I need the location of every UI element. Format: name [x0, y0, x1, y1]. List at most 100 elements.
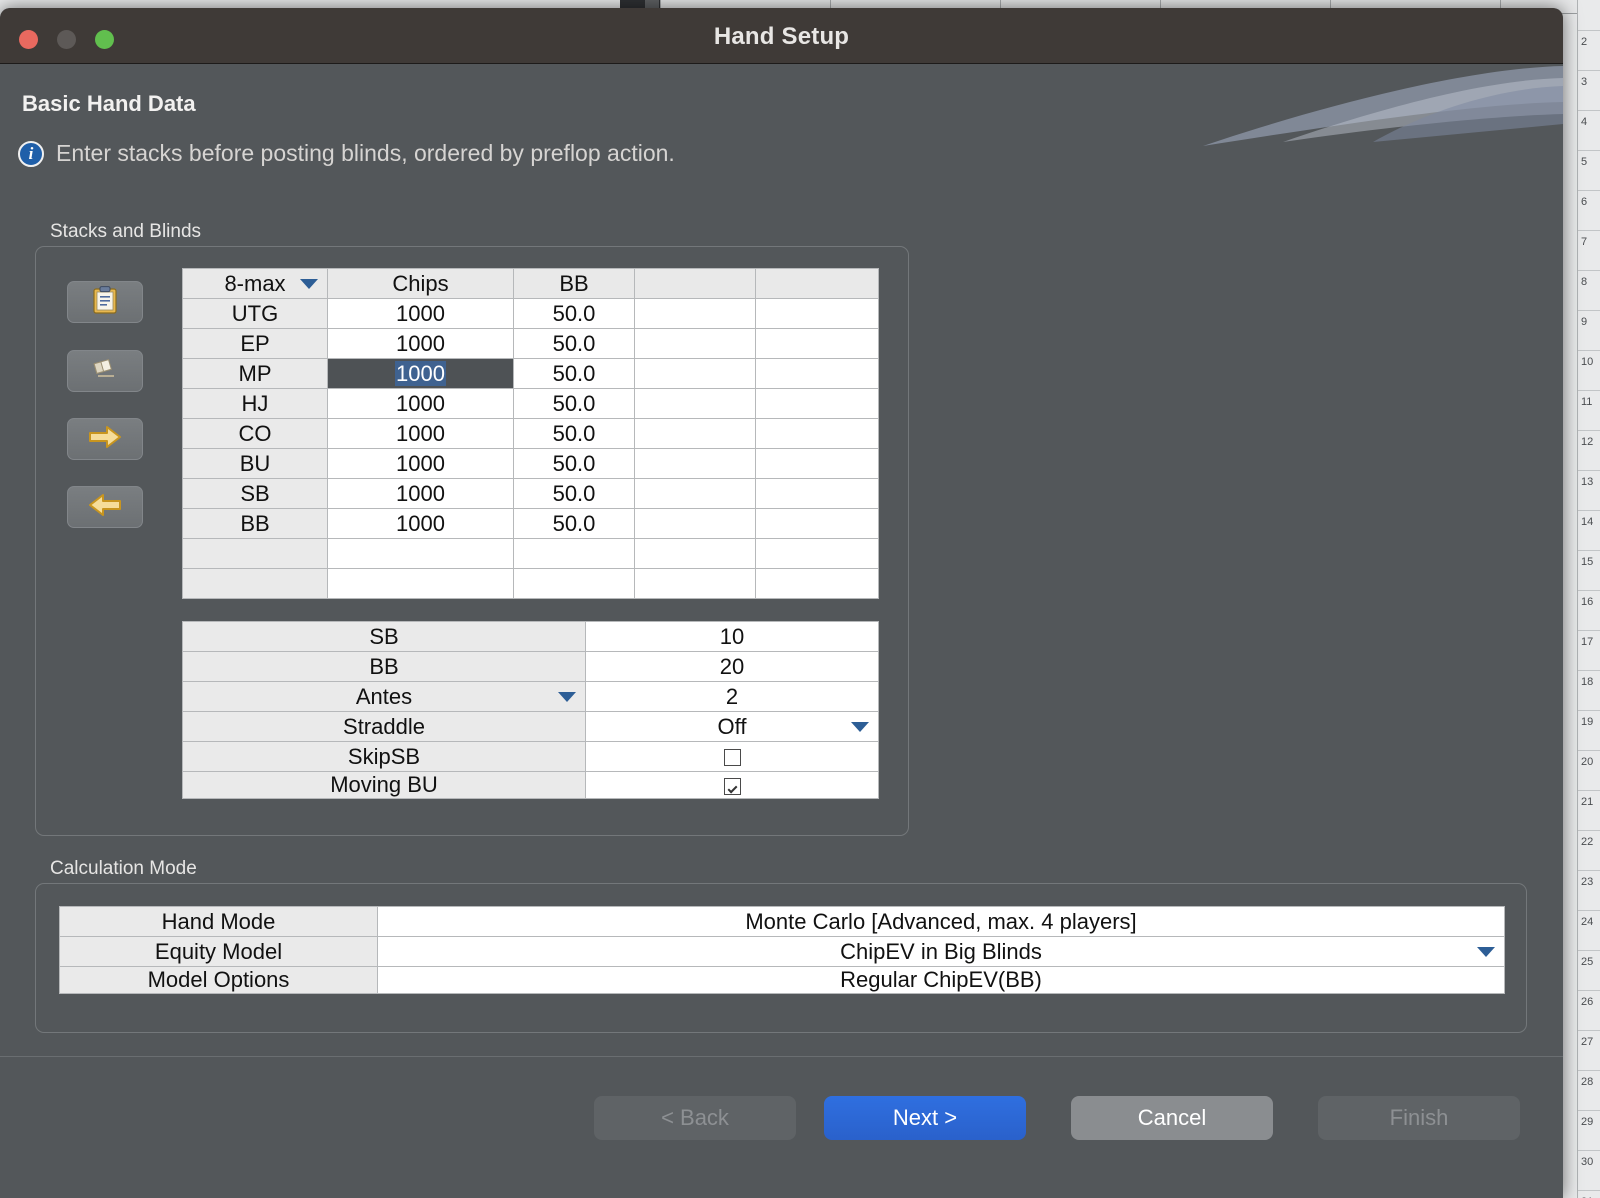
stacks-bb-cell[interactable]: 50.0 [513, 418, 635, 449]
checkbox-unchecked[interactable] [723, 749, 741, 767]
calc-value-hand-mode[interactable]: Monte Carlo [Advanced, max. 4 players] [377, 906, 1505, 937]
table-row[interactable]: SkipSB [182, 741, 879, 772]
stacks-col-header-8-max[interactable]: 8-max [182, 268, 328, 299]
stacks-chips-cell[interactable]: 1000 [327, 298, 514, 329]
table-row[interactable]: Hand Mode Monte Carlo [Advanced, max. 4 p… [59, 906, 1505, 937]
table-row[interactable]: Straddle Off [182, 711, 879, 742]
table-row[interactable] [182, 568, 879, 599]
stacks-empty-cell[interactable] [634, 298, 756, 329]
clear-eraser-button[interactable] [67, 350, 143, 392]
stacks-position-cell[interactable] [182, 568, 328, 599]
stacks-empty-cell[interactable] [755, 358, 879, 389]
finish-button[interactable]: Finish [1318, 1096, 1520, 1140]
blinds-value-antes[interactable]: 2 [585, 681, 879, 712]
stacks-chips-cell[interactable]: 1000 [327, 328, 514, 359]
table-row[interactable]: BB 20 [182, 651, 879, 682]
table-row[interactable]: SB 10 [182, 621, 879, 652]
stacks-chips-cell[interactable]: 1000 [327, 508, 514, 539]
table-row[interactable]: Antes 2 [182, 681, 879, 712]
blinds-value-skipsb[interactable] [585, 741, 879, 772]
stacks-chips-cell[interactable]: 1000 [327, 418, 514, 449]
blinds-label-sb[interactable]: SB [182, 621, 586, 652]
table-row[interactable]: MP 1000 50.0 [182, 358, 879, 389]
blinds-table[interactable]: SB 10 BB 20 Antes 2 Straddle Off SkipSB Moving BU [182, 621, 879, 799]
stacks-bb-cell[interactable]: 50.0 [513, 508, 635, 539]
stacks-bb-cell[interactable]: 50.0 [513, 478, 635, 509]
calc-value-model-options[interactable]: Regular ChipEV(BB) [377, 966, 1505, 994]
shift-right-button[interactable] [67, 418, 143, 460]
next-button[interactable]: Next > [824, 1096, 1026, 1140]
table-row[interactable]: HJ 1000 50.0 [182, 388, 879, 419]
blinds-value-moving-bu[interactable] [585, 771, 879, 799]
stacks-position-cell[interactable] [182, 538, 328, 569]
stacks-bb-cell[interactable] [513, 568, 635, 599]
stacks-empty-cell[interactable] [634, 388, 756, 419]
stacks-position-cell[interactable]: SB [182, 478, 328, 509]
stacks-chips-cell[interactable]: 1000 [327, 448, 514, 479]
paste-clipboard-button[interactable] [67, 281, 143, 323]
stacks-table[interactable]: 8-max Chips BB UTG 1000 50.0 EP 1000 50.0 MP 1000… [182, 268, 879, 599]
stacks-position-cell[interactable]: UTG [182, 298, 328, 329]
calc-value-equity-model[interactable]: ChipEV in Big Blinds [377, 936, 1505, 967]
stacks-bb-cell[interactable]: 50.0 [513, 388, 635, 419]
blinds-label-straddle[interactable]: Straddle [182, 711, 586, 742]
stacks-empty-cell[interactable] [755, 538, 879, 569]
table-row[interactable]: SB 1000 50.0 [182, 478, 879, 509]
table-row[interactable]: BU 1000 50.0 [182, 448, 879, 479]
stacks-chips-cell[interactable] [327, 568, 514, 599]
table-row[interactable]: BB 1000 50.0 [182, 508, 879, 539]
stacks-col-header-chips[interactable]: Chips [327, 268, 514, 299]
blinds-value-straddle[interactable]: Off [585, 711, 879, 742]
chevron-down-icon[interactable] [1477, 946, 1495, 957]
blinds-label-bb[interactable]: BB [182, 651, 586, 682]
stacks-empty-cell[interactable] [755, 568, 879, 599]
stacks-bb-cell[interactable]: 50.0 [513, 328, 635, 359]
stacks-chips-cell-editing[interactable]: 1000 [327, 358, 514, 389]
shift-left-button[interactable] [67, 486, 143, 528]
stacks-empty-cell[interactable] [755, 478, 879, 509]
stacks-col-header-bb[interactable]: BB [513, 268, 635, 299]
blinds-label-moving-bu[interactable]: Moving BU [182, 771, 586, 799]
stacks-bb-cell[interactable]: 50.0 [513, 298, 635, 329]
stacks-empty-cell[interactable] [634, 568, 756, 599]
blinds-label-skipsb[interactable]: SkipSB [182, 741, 586, 772]
calculation-mode-table[interactable]: Hand Mode Monte Carlo [Advanced, max. 4 p… [59, 906, 1505, 994]
stacks-empty-cell[interactable] [755, 508, 879, 539]
stacks-bb-cell[interactable]: 50.0 [513, 448, 635, 479]
blinds-label-antes[interactable]: Antes [182, 681, 586, 712]
stacks-bb-cell[interactable] [513, 538, 635, 569]
stacks-empty-cell[interactable] [634, 418, 756, 449]
table-row[interactable]: Equity Model ChipEV in Big Blinds [59, 936, 1505, 967]
stacks-chips-cell[interactable]: 1000 [327, 388, 514, 419]
table-row[interactable]: UTG 1000 50.0 [182, 298, 879, 329]
stacks-empty-cell[interactable] [634, 358, 756, 389]
stacks-col-header-empty-4[interactable] [755, 268, 879, 299]
stacks-empty-cell[interactable] [634, 478, 756, 509]
stacks-position-cell[interactable]: HJ [182, 388, 328, 419]
stacks-empty-cell[interactable] [634, 538, 756, 569]
table-row[interactable]: EP 1000 50.0 [182, 328, 879, 359]
table-row[interactable]: Moving BU [182, 771, 879, 799]
stacks-empty-cell[interactable] [634, 508, 756, 539]
stacks-empty-cell[interactable] [755, 448, 879, 479]
stacks-position-cell[interactable]: BB [182, 508, 328, 539]
stacks-bb-cell[interactable]: 50.0 [513, 358, 635, 389]
table-row[interactable]: Model Options Regular ChipEV(BB) [59, 966, 1505, 994]
stacks-empty-cell[interactable] [634, 328, 756, 359]
stacks-col-header-empty-3[interactable] [634, 268, 756, 299]
table-row[interactable] [182, 538, 879, 569]
stacks-position-cell[interactable]: BU [182, 448, 328, 479]
blinds-value-bb[interactable]: 20 [585, 651, 879, 682]
stacks-empty-cell[interactable] [755, 388, 879, 419]
table-row[interactable]: CO 1000 50.0 [182, 418, 879, 449]
blinds-value-sb[interactable]: 10 [585, 621, 879, 652]
stacks-position-cell[interactable]: EP [182, 328, 328, 359]
chevron-down-icon[interactable] [300, 278, 318, 289]
chevron-down-icon[interactable] [558, 691, 576, 702]
stacks-chips-cell[interactable] [327, 538, 514, 569]
stacks-empty-cell[interactable] [755, 328, 879, 359]
window-titlebar[interactable]: Hand Setup [0, 8, 1563, 64]
stacks-position-cell[interactable]: CO [182, 418, 328, 449]
back-button[interactable]: < Back [594, 1096, 796, 1140]
checkbox-checked[interactable] [723, 777, 741, 795]
